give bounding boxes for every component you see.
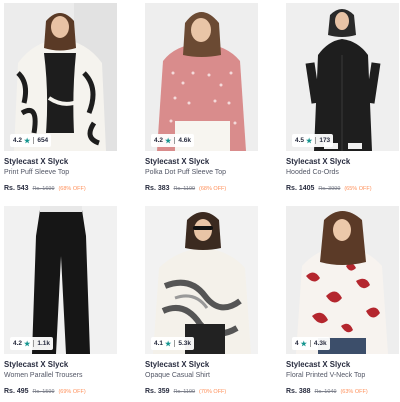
product-card[interactable]: 4.2 ★ 4.6k Stylecast X Slyck Polka Dot P… <box>145 3 265 199</box>
rating-value: 4.2 <box>13 340 23 347</box>
product-name: Print Puff Sleeve Top <box>4 169 70 176</box>
product-price-row: Rs. 543 Rs. 1699 (68% OFF) <box>4 185 86 192</box>
product-name: Opaque Casual Shirt <box>145 372 210 379</box>
product-brand: Stylecast X Slyck <box>145 360 210 369</box>
rating-value: 4 <box>295 340 299 347</box>
product-brand: Stylecast X Slyck <box>286 157 351 166</box>
product-name: Floral Printed V-Neck Top <box>286 372 366 379</box>
rating-value: 4.2 <box>13 137 23 144</box>
product-price-row: Rs. 388 Rs. 1049 (63% OFF) <box>286 388 368 395</box>
product-card[interactable]: 4.1 ★ 5.3k Stylecast X Slyck Opaque Casu… <box>145 206 265 402</box>
product-mrp: Rs. 1049 <box>314 389 337 395</box>
rating-divider <box>33 137 35 144</box>
star-icon: ★ <box>300 340 307 348</box>
rating-divider <box>309 340 311 347</box>
rating-value: 4.1 <box>154 340 164 347</box>
star-icon: ★ <box>165 340 172 348</box>
product-discount: (65% OFF) <box>344 186 372 192</box>
rating-divider <box>33 340 35 347</box>
product-discount: (69% OFF) <box>58 389 86 395</box>
product-discount: (68% OFF) <box>199 186 227 192</box>
product-price-row: Rs. 383 Rs. 1199 (68% OFF) <box>145 185 226 192</box>
product-image[interactable] <box>145 3 258 151</box>
rating-badge: 4 ★ 4.3k <box>292 337 330 350</box>
product-grid: 4.2 ★ 654 Stylecast X Slyck Print Puff S… <box>0 0 400 398</box>
product-mrp: Rs. 1199 <box>173 186 196 192</box>
product-brand: Stylecast X Slyck <box>145 157 210 166</box>
star-icon: ★ <box>24 137 31 145</box>
product-discount: (68% OFF) <box>58 186 86 192</box>
rating-count: 173 <box>319 137 331 144</box>
product-price-row: Rs. 1405 Rs. 3999 (65% OFF) <box>286 185 372 192</box>
product-card[interactable]: 4 ★ 4.3k Stylecast X Slyck Floral Printe… <box>286 206 400 402</box>
product-image[interactable] <box>145 206 258 354</box>
product-name: Polka Dot Puff Sleeve Top <box>145 169 227 176</box>
product-image[interactable] <box>4 206 117 354</box>
product-card[interactable]: 4.5 ★ 173 Stylecast X Slyck Hooded Co-Or… <box>286 3 400 199</box>
product-image[interactable] <box>286 206 399 354</box>
product-name: Women Parallel Trousers <box>4 372 83 379</box>
product-brand: Stylecast X Slyck <box>4 157 69 166</box>
star-icon: ★ <box>306 137 313 145</box>
rating-count: 4.3k <box>313 340 327 347</box>
product-price: Rs. 359 <box>145 388 170 395</box>
rating-count: 4.6k <box>178 137 191 144</box>
product-brand: Stylecast X Slyck <box>286 360 351 369</box>
product-price: Rs. 1405 <box>286 185 315 192</box>
rating-badge: 4.2 ★ 4.6k <box>151 134 194 147</box>
rating-divider <box>315 137 317 144</box>
product-image[interactable] <box>4 3 117 151</box>
product-price: Rs. 495 <box>4 388 29 395</box>
product-mrp: Rs. 1199 <box>173 389 196 395</box>
product-mrp: Rs. 3999 <box>318 186 341 192</box>
product-price: Rs. 388 <box>286 388 311 395</box>
rating-badge: 4.1 ★ 5.3k <box>151 337 194 350</box>
product-discount: (70% OFF) <box>199 389 227 395</box>
rating-badge: 4.5 ★ 173 <box>292 134 334 147</box>
rating-badge: 4.2 ★ 654 <box>10 134 52 147</box>
rating-value: 4.2 <box>154 137 164 144</box>
product-card[interactable]: 4.2 ★ 654 Stylecast X Slyck Print Puff S… <box>4 3 124 199</box>
product-brand: Stylecast X Slyck <box>4 360 69 369</box>
rating-divider <box>174 340 176 347</box>
product-mrp: Rs. 1599 <box>32 389 55 395</box>
rating-badge: 4.2 ★ 1.1k <box>10 337 53 350</box>
product-price: Rs. 383 <box>145 185 170 192</box>
rating-value: 4.5 <box>295 137 305 144</box>
star-icon: ★ <box>24 340 31 348</box>
product-price-row: Rs. 495 Rs. 1599 (69% OFF) <box>4 388 86 395</box>
product-image[interactable] <box>286 3 399 151</box>
star-icon: ★ <box>165 137 172 145</box>
rating-count: 5.3k <box>178 340 191 347</box>
product-mrp: Rs. 1699 <box>32 186 55 192</box>
rating-count: 1.1k <box>37 340 50 347</box>
product-discount: (63% OFF) <box>340 389 368 395</box>
product-card[interactable]: 4.2 ★ 1.1k Stylecast X Slyck Women Paral… <box>4 206 124 402</box>
rating-count: 654 <box>37 137 49 144</box>
product-price: Rs. 543 <box>4 185 29 192</box>
rating-divider <box>174 137 176 144</box>
product-price-row: Rs. 359 Rs. 1199 (70% OFF) <box>145 388 226 395</box>
product-name: Hooded Co-Ords <box>286 169 339 176</box>
